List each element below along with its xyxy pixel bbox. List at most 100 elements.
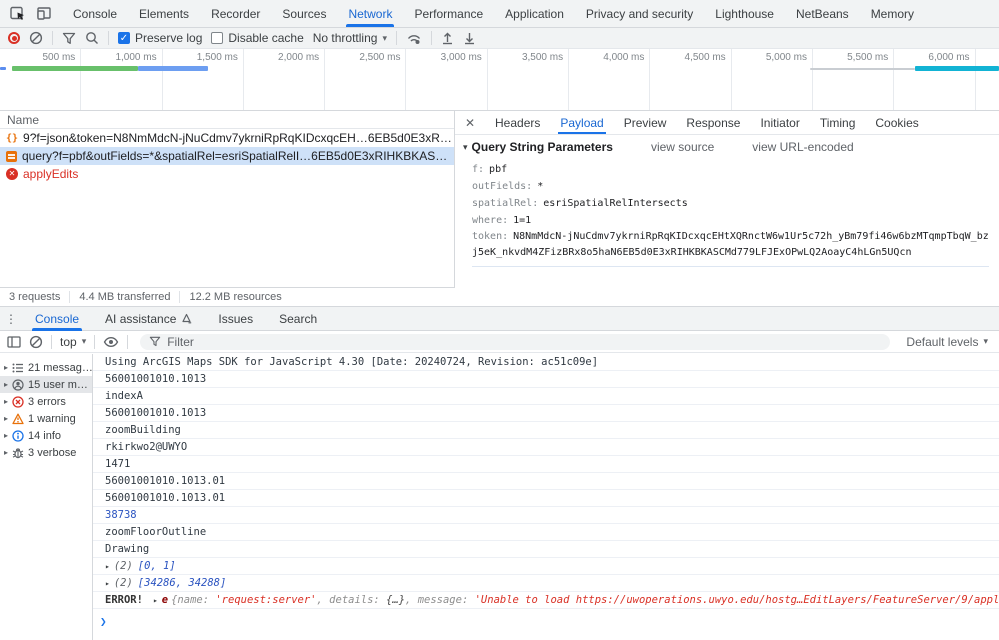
filter-icon [149, 336, 161, 347]
tab-recorder[interactable]: Recorder [200, 0, 271, 27]
request-detail-tabbar: ✕ Headers Payload Preview Response Initi… [455, 111, 999, 135]
name-column-header[interactable]: Name [0, 111, 454, 129]
network-overview-timeline[interactable]: 500 ms 1,000 ms 1,500 ms 2,000 ms 2,500 … [0, 49, 999, 111]
more-tools-kebab-icon[interactable]: ⋮ [0, 312, 22, 326]
console-log-row[interactable]: zoomFloorOutline [93, 524, 999, 541]
console-log-row[interactable]: rkirkwo2@UWYO [93, 439, 999, 456]
expand-icon[interactable]: ▸ [105, 579, 110, 588]
console-log-row[interactable]: 56001001010.1013.01 [93, 473, 999, 490]
warning-icon [12, 413, 24, 425]
disclosure-icon: ▸ [4, 448, 8, 457]
log-levels-dropdown[interactable]: Default levels ▾ [906, 335, 992, 349]
tab-payload[interactable]: Payload [550, 111, 613, 134]
sidebar-item-info[interactable]: ▸ 14 info [0, 427, 92, 444]
info-icon [12, 430, 24, 442]
tab-privacy-and-security[interactable]: Privacy and security [575, 0, 704, 27]
timeline-tick: 6,000 ms [894, 49, 975, 110]
drawer-tabbar: ⋮ Console AI assistance Issues Search [0, 306, 999, 331]
live-expression-eye-icon[interactable] [103, 336, 119, 348]
tab-performance[interactable]: Performance [403, 0, 494, 27]
console-log-row[interactable]: zoomBuilding [93, 422, 999, 439]
timeline-tick: 1,000 ms [81, 49, 162, 110]
console-number-row[interactable]: 38738 [93, 507, 999, 524]
timeline-bar-loading [138, 66, 208, 71]
chevron-down-icon: ▾ [983, 336, 988, 347]
timeline-bar-loaded [12, 66, 138, 71]
sidebar-item-verbose[interactable]: ▸ 3 verbose [0, 444, 92, 461]
clear-console-icon[interactable] [29, 335, 43, 349]
console-log-row[interactable]: 1471 [93, 456, 999, 473]
ai-assistance-icon [181, 313, 192, 324]
tab-timing[interactable]: Timing [810, 111, 866, 134]
device-toolbar-icon[interactable] [36, 6, 52, 21]
disable-cache-checkbox[interactable]: Disable cache [211, 31, 303, 45]
console-log-row[interactable]: 56001001010.1013 [93, 371, 999, 388]
sidebar-item-warnings[interactable]: ▸ 1 warning [0, 410, 92, 427]
sidebar-item-messages[interactable]: ▸ 21 messag… [0, 359, 92, 376]
tab-preview[interactable]: Preview [614, 111, 677, 134]
tab-response[interactable]: Response [676, 111, 750, 134]
console-sidebar-toggle-icon[interactable] [7, 336, 21, 348]
tab-memory[interactable]: Memory [860, 0, 925, 27]
tab-cookies[interactable]: Cookies [865, 111, 928, 134]
timeline-bar-start [0, 67, 6, 70]
import-har-icon[interactable] [441, 31, 454, 45]
tab-initiator[interactable]: Initiator [750, 111, 809, 134]
drawer-tab-ai-assistance[interactable]: AI assistance [92, 307, 205, 330]
console-array-row[interactable]: ▸(2)[0, 1] [93, 558, 999, 575]
drawer-tab-search[interactable]: Search [266, 307, 330, 330]
tab-network[interactable]: Network [337, 0, 403, 27]
view-source-link[interactable]: view source [651, 140, 714, 154]
tab-headers[interactable]: Headers [485, 111, 550, 134]
preserve-log-checkbox[interactable]: ✓ Preserve log [118, 31, 202, 45]
network-request-row[interactable]: {} 9?f=json&token=N8NmMdcN-jNuCdmv7ykrni… [0, 129, 454, 147]
tab-sources[interactable]: Sources [271, 0, 337, 27]
console-log-row[interactable]: Using ArcGIS Maps SDK for JavaScript 4.3… [93, 354, 999, 371]
network-conditions-icon[interactable] [406, 31, 422, 45]
console-log-row[interactable]: Drawing [93, 541, 999, 558]
close-icon[interactable]: ✕ [455, 116, 485, 130]
json-file-icon: {} [6, 133, 18, 144]
console-log-row[interactable]: 56001001010.1013.01 [93, 490, 999, 507]
sidebar-item-errors[interactable]: ▸ 3 errors [0, 393, 92, 410]
console-filter-field[interactable] [140, 334, 890, 350]
section-title[interactable]: Query String Parameters [472, 140, 613, 154]
timeline-tick: 1,500 ms [163, 49, 244, 110]
clear-network-log-icon[interactable] [29, 31, 43, 45]
console-prompt[interactable]: ❯ [93, 609, 999, 628]
search-icon[interactable] [85, 31, 99, 45]
tab-application[interactable]: Application [494, 0, 575, 27]
sidebar-item-user-messages[interactable]: ▸ 15 user m… [0, 376, 92, 393]
checkbox-unchecked-icon [211, 32, 223, 44]
expand-icon[interactable]: ▸ [153, 596, 158, 605]
query-parameters-list: f:pbf outFields:* spatialRel:esriSpatial… [455, 159, 999, 267]
filter-icon[interactable] [62, 32, 76, 45]
console-log-row[interactable]: 56001001010.1013 [93, 405, 999, 422]
query-param: f:pbf [472, 161, 989, 178]
network-status-bar: 3 requests 4.4 MB transferred 12.2 MB re… [0, 287, 455, 306]
timeline-tick: 4,500 ms [650, 49, 731, 110]
tab-lighthouse[interactable]: Lighthouse [704, 0, 785, 27]
tab-elements[interactable]: Elements [128, 0, 200, 27]
timeline-bar-idle [810, 68, 915, 70]
requests-count: 3 requests [0, 291, 70, 303]
tab-netbeans[interactable]: NetBeans [785, 0, 860, 27]
network-request-row-error[interactable]: ✕ applyEdits [0, 165, 454, 183]
drawer-tab-console[interactable]: Console [22, 307, 92, 330]
record-network-log-button[interactable] [8, 32, 20, 44]
drawer-tab-issues[interactable]: Issues [205, 307, 266, 330]
export-har-icon[interactable] [463, 31, 476, 45]
view-url-encoded-link[interactable]: view URL-encoded [752, 140, 853, 154]
disclosure-open-icon[interactable]: ▾ [463, 142, 468, 153]
network-request-row-selected[interactable]: query?f=pbf&outFields=*&spatialRel=esriS… [0, 147, 454, 165]
throttling-dropdown[interactable]: No throttling ▾ [313, 31, 387, 45]
console-log-row[interactable]: indexA [93, 388, 999, 405]
console-filter-input[interactable] [167, 335, 881, 349]
console-array-row[interactable]: ▸(2)[34286, 34288] [93, 575, 999, 592]
console-error-row[interactable]: ERROR!▸e{name: 'request:server', details… [93, 592, 999, 609]
javascript-context-dropdown[interactable]: top ▾ [60, 335, 86, 349]
inspect-element-icon[interactable] [10, 6, 26, 21]
tab-console[interactable]: Console [62, 0, 128, 27]
timeline-bar-pending [915, 66, 999, 71]
expand-icon[interactable]: ▸ [105, 562, 110, 571]
